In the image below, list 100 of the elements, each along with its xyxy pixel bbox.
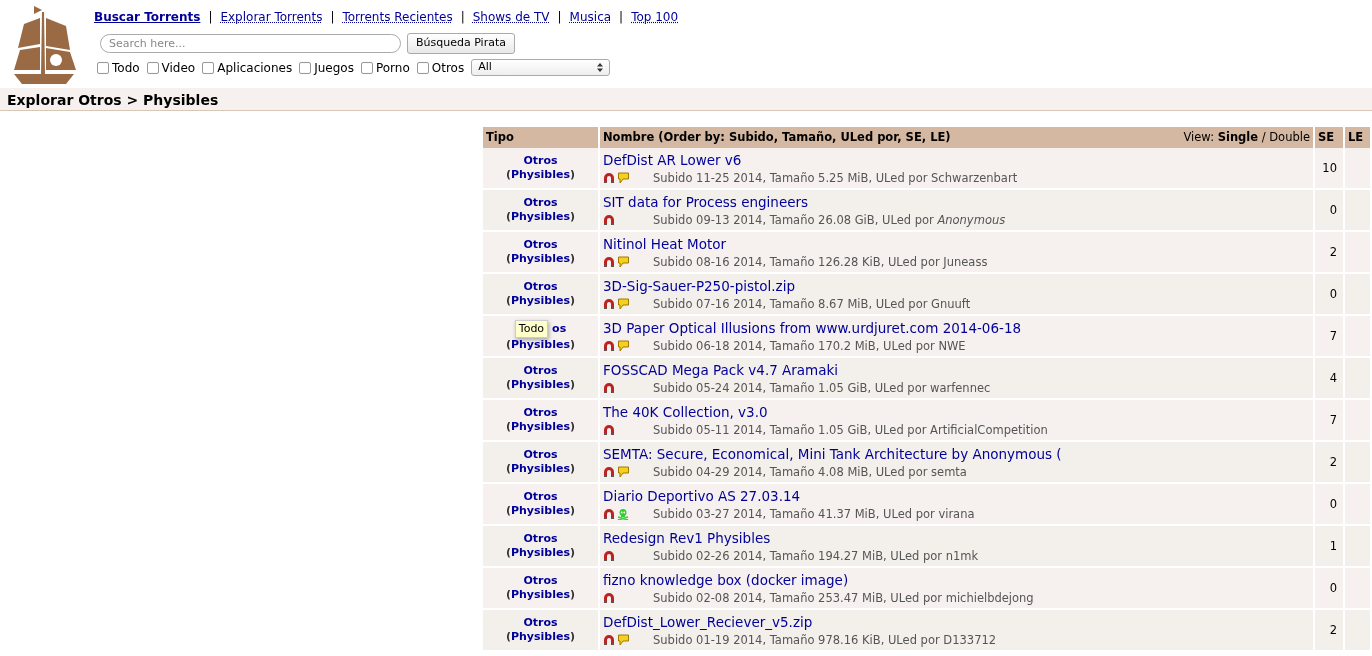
- updown-arrows-icon: [597, 63, 604, 72]
- parenthesis: ): [570, 462, 576, 476]
- category-link[interactable]: Otros: [523, 238, 558, 252]
- category-link[interactable]: Otros: [523, 406, 558, 420]
- parenthesis: ): [570, 504, 576, 518]
- category-link[interactable]: Otros: [523, 616, 558, 630]
- seeders-cell: 0: [1315, 568, 1345, 611]
- separator: |: [619, 9, 624, 26]
- subcategory-link[interactable]: Physibles: [510, 294, 570, 308]
- nav-link[interactable]: Top 100: [631, 8, 679, 26]
- parenthesis: (: [505, 294, 511, 308]
- category-link[interactable]: Otros: [523, 448, 558, 462]
- magnet-icon[interactable]: [603, 424, 615, 437]
- parenthesis: (: [505, 338, 511, 352]
- seeders-cell: 7: [1315, 400, 1345, 443]
- seeders-cell: 2: [1315, 610, 1345, 653]
- magnet-icon[interactable]: [603, 256, 615, 269]
- magnet-icon[interactable]: [603, 172, 615, 185]
- torrent-title-link[interactable]: DefDist AR Lower v6: [603, 149, 742, 170]
- view-option[interactable]: Double: [1269, 130, 1310, 144]
- torrent-title-link[interactable]: 3D-Sig-Sauer-P250-pistol.zip: [603, 275, 795, 296]
- category-link[interactable]: Otros: [523, 574, 558, 588]
- view-label: View:: [1183, 130, 1215, 144]
- parenthesis: ): [570, 168, 576, 182]
- torrent-details: Subido 02-08 2014, Tamaño 253.47 MiB, ULed por michielbdejong: [653, 589, 1034, 607]
- category-link[interactable]: os: [552, 322, 567, 336]
- subcategory-link[interactable]: Physibles: [510, 252, 570, 266]
- torrent-title-link[interactable]: 3D Paper Optical Illusions from www.urdjuret.com 2014-06-18: [603, 317, 1022, 338]
- subcategory-link[interactable]: Physibles: [510, 462, 570, 476]
- seeders-cell: 4: [1315, 358, 1345, 401]
- separator: |: [557, 9, 562, 26]
- subcategory-link[interactable]: Physibles: [510, 210, 570, 224]
- checkbox-label: Otros: [431, 59, 465, 77]
- torrent-details: Subido 05-11 2014, Tamaño 1.05 GiB, ULed por ArtificialCompetition: [653, 421, 1048, 439]
- category-link[interactable]: Otros: [523, 154, 558, 168]
- checkbox-label: Juegos: [314, 59, 354, 77]
- checkbox[interactable]: [97, 61, 109, 74]
- checkbox[interactable]: [299, 61, 312, 74]
- subcategory-link[interactable]: Physibles: [510, 504, 570, 518]
- torrent-title-link[interactable]: Nitinol Heat Motor: [603, 233, 727, 254]
- parenthesis: (: [505, 462, 511, 476]
- magnet-icon[interactable]: [603, 466, 615, 479]
- checkbox[interactable]: [360, 61, 373, 74]
- breadcrumb-bar: Explorar Otros > Physibles: [0, 88, 1372, 111]
- torrent-title-link[interactable]: Redesign Rev1 Physibles: [603, 527, 771, 548]
- torrent-title-link[interactable]: Diario Deportivo AS 27.03.14: [603, 485, 801, 506]
- torrent-title-link[interactable]: FOSSCAD Mega Pack v4.7 Aramaki: [603, 359, 839, 380]
- nav-link[interactable]: Buscar Torrents: [94, 8, 201, 26]
- torrent-title-link[interactable]: fizno knowledge box (docker image): [603, 569, 849, 590]
- subcategory-link[interactable]: Physibles: [510, 588, 570, 602]
- parenthesis: (: [505, 168, 511, 182]
- torrent-details: Subido 01-19 2014, Tamaño 978.16 KiB, ULed por D133712: [653, 631, 997, 649]
- search-field[interactable]: Search here...: [100, 33, 401, 53]
- subcategory-link[interactable]: Physibles: [510, 546, 570, 560]
- magnet-icon[interactable]: [603, 592, 615, 605]
- parenthesis: ): [570, 338, 576, 352]
- checkbox[interactable]: [416, 61, 429, 74]
- nav-link[interactable]: Torrents Recientes: [342, 8, 453, 26]
- seeders-cell: 2: [1315, 232, 1345, 275]
- magnet-icon[interactable]: [603, 508, 615, 521]
- subcategory-link[interactable]: Physibles: [510, 630, 570, 644]
- category-link[interactable]: Otros: [523, 490, 558, 504]
- magnet-icon[interactable]: [603, 214, 615, 227]
- nav-link[interactable]: Musica: [569, 8, 612, 26]
- nav-link[interactable]: Shows de TV: [472, 8, 550, 26]
- search-button[interactable]: Búsqueda Pirata: [407, 33, 515, 54]
- parenthesis: ): [570, 294, 576, 308]
- category-link[interactable]: Otros: [523, 196, 558, 210]
- column-header: Nombre (Order by: Subido, Tamaño, ULed por, SE, LE): [603, 130, 951, 144]
- subcategory-link[interactable]: Physibles: [510, 420, 570, 434]
- magnet-icon[interactable]: [603, 382, 615, 395]
- torrent-title-link[interactable]: DefDist_Lower_Reciever_v5.zip: [603, 611, 813, 632]
- magnet-icon[interactable]: [603, 550, 615, 563]
- torrent-title-link[interactable]: SIT data for Process engineers: [603, 191, 809, 212]
- category-link[interactable]: Otros: [523, 364, 558, 378]
- nav-link[interactable]: Explorar Torrents: [220, 8, 323, 26]
- checkbox[interactable]: [202, 61, 215, 74]
- checkbox[interactable]: [146, 61, 159, 74]
- torrent-title-link[interactable]: The 40K Collection, v3.0: [603, 401, 768, 422]
- parenthesis: ): [570, 546, 576, 560]
- magnet-icon[interactable]: [603, 340, 615, 353]
- checkbox-label: Video: [161, 59, 196, 77]
- category-link[interactable]: Otros: [523, 532, 558, 546]
- view-option[interactable]: Single: [1217, 130, 1259, 144]
- checkbox-label: Aplicaciones: [217, 59, 293, 77]
- magnet-icon[interactable]: [603, 634, 615, 647]
- torrent-details: Subido 07-16 2014, Tamaño 8.67 MiB, ULed por Gnuuft: [653, 295, 971, 313]
- torrent-title-link[interactable]: SEMTA: Secure, Economical, Mini Tank Architecture by Anonymous (: [603, 443, 1062, 464]
- magnet-icon[interactable]: [603, 298, 615, 311]
- parenthesis: (: [505, 630, 511, 644]
- parenthesis: ): [570, 252, 576, 266]
- category-dropdown[interactable]: All: [471, 59, 611, 76]
- separator: |: [208, 9, 213, 26]
- subcategory-link[interactable]: Physibles: [510, 378, 570, 392]
- category-link[interactable]: Otros: [523, 280, 558, 294]
- separator: |: [460, 9, 465, 26]
- torrent-details: Subido 11-25 2014, Tamaño 5.25 MiB, ULed por Schwarzenbart: [653, 169, 1018, 187]
- subcategory-link[interactable]: Physibles: [510, 168, 570, 182]
- torrent-details: Subido 08-16 2014, Tamaño 126.28 KiB, ULed por Juneass: [653, 253, 988, 271]
- subcategory-link[interactable]: Physibles: [510, 338, 570, 352]
